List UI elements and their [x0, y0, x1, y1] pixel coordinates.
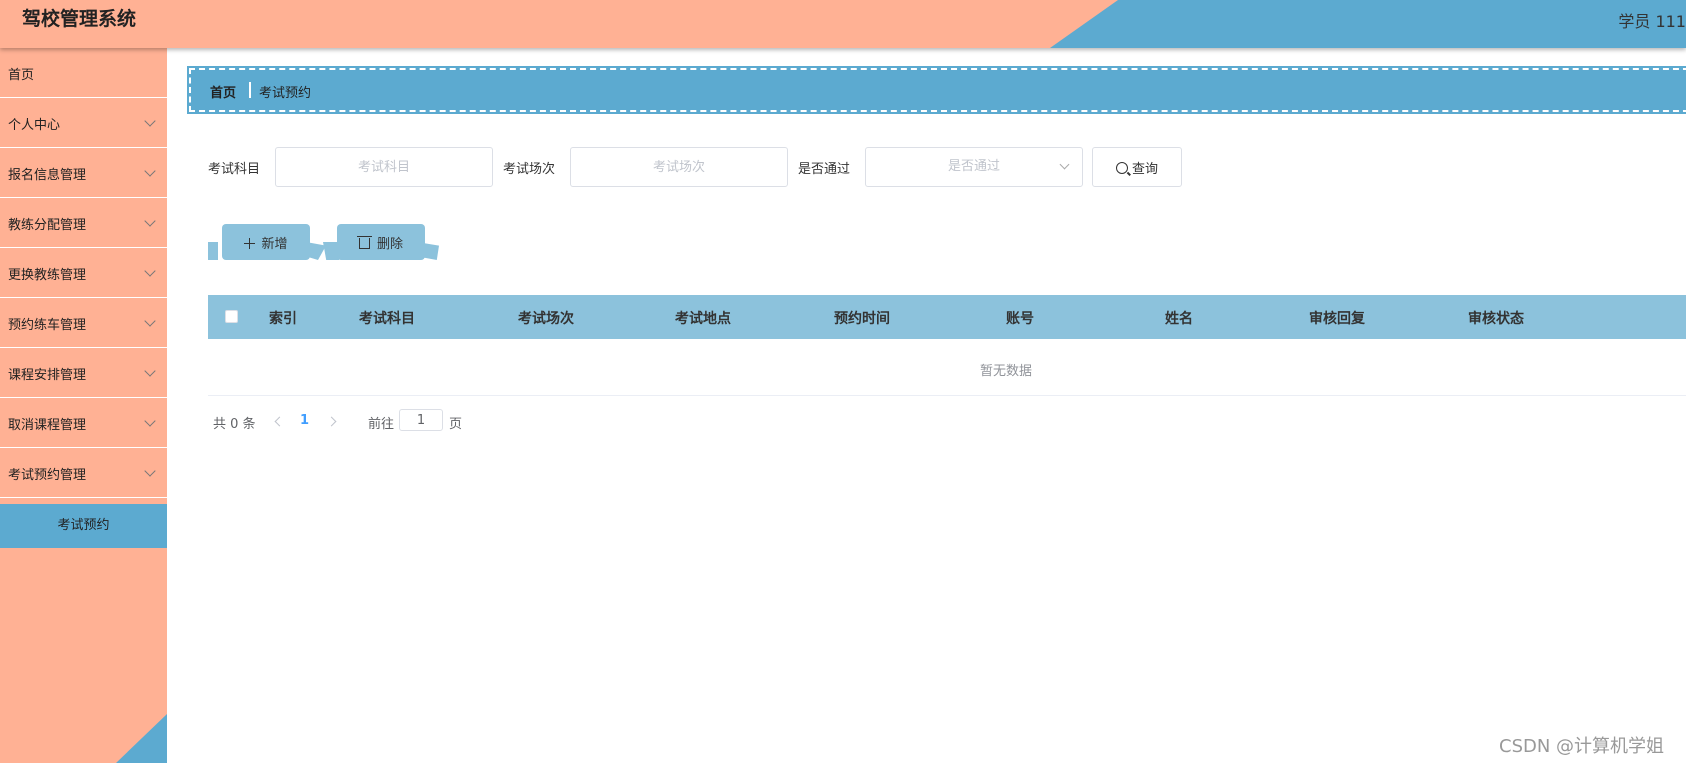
sidebar-item-course-schedule[interactable]: 课程安排管理 — [0, 348, 167, 398]
sidebar-item-course-cancel[interactable]: 取消课程管理 — [0, 398, 167, 448]
pagination-page-suffix: 页 — [449, 417, 463, 432]
passed-select-placeholder: 是否通过 — [947, 159, 1000, 174]
search-button[interactable]: 查询 — [1092, 147, 1182, 187]
delete-button[interactable]: 删除 — [337, 224, 425, 260]
chevron-down-icon — [144, 265, 156, 277]
user-info[interactable]: 学员 111 — [1618, 8, 1686, 32]
table-header: 索引 考试科目 考试场次 考试地点 预约时间 账号 姓名 审核回复 审核状态 — [208, 295, 1686, 339]
app-title: 驾校管理系统 — [22, 8, 137, 30]
column-header-booking-time[interactable]: 预约时间 — [834, 308, 890, 328]
sidebar-item-label: 更换教练管理 — [8, 268, 87, 283]
column-header-review-reply[interactable]: 审核回复 — [1309, 308, 1365, 328]
sidebar-item-label: 取消课程管理 — [8, 418, 87, 433]
subject-label: 考试科目 — [208, 162, 261, 177]
subject-input[interactable] — [275, 147, 493, 187]
sidebar-item-label: 课程安排管理 — [8, 368, 87, 383]
add-button-label: 新增 — [261, 236, 288, 252]
breadcrumb: 首页 考试预约 — [187, 66, 1686, 114]
chevron-down-icon — [144, 315, 156, 327]
column-header-name[interactable]: 姓名 — [1165, 308, 1193, 328]
sidebar-corner-decoration — [116, 714, 167, 763]
sidebar-item-coach-change[interactable]: 更换教练管理 — [0, 248, 167, 298]
passed-label: 是否通过 — [798, 162, 851, 177]
sidebar-item-personal-center[interactable]: 个人中心 — [0, 98, 167, 148]
table-empty-row: 暂无数据 — [208, 339, 1686, 396]
chevron-down-icon — [144, 465, 156, 477]
chevron-down-icon — [144, 415, 156, 427]
breadcrumb-separator — [249, 82, 251, 98]
column-header-index[interactable]: 索引 — [269, 308, 297, 328]
delete-button-label: 删除 — [376, 236, 403, 252]
chevron-down-icon — [144, 365, 156, 377]
sidebar-subitem-exam-booking[interactable]: 考试预约 — [0, 504, 167, 548]
search-button-label: 查询 — [1131, 161, 1158, 177]
sidebar-item-label: 考试预约管理 — [8, 468, 87, 483]
chevron-down-icon — [1059, 159, 1070, 170]
sidebar-item-label: 预约练车管理 — [8, 318, 87, 333]
trash-icon — [356, 235, 372, 249]
pagination-goto-input[interactable] — [399, 409, 443, 431]
search-icon — [1115, 161, 1128, 174]
column-header-review-status[interactable]: 审核状态 — [1468, 308, 1524, 328]
passed-select[interactable]: 是否通过 — [865, 147, 1083, 187]
sidebar-item-registration[interactable]: 报名信息管理 — [0, 148, 167, 198]
chevron-left-icon[interactable] — [274, 416, 285, 427]
breadcrumb-home[interactable]: 首页 — [210, 82, 236, 101]
pagination-total: 共 0 条 — [213, 417, 256, 432]
sidebar-item-label: 教练分配管理 — [8, 218, 87, 233]
sidebar-item-label: 报名信息管理 — [8, 168, 87, 183]
sidebar: 首页 个人中心 报名信息管理 教练分配管理 更换教练管理 预约练车管理 课程安排… — [0, 48, 167, 763]
add-button-ribbon — [208, 242, 218, 260]
add-button[interactable]: 新增 — [222, 224, 310, 260]
column-header-account[interactable]: 账号 — [1006, 308, 1034, 328]
session-label: 考试场次 — [503, 162, 556, 177]
header-accent-shape — [1050, 0, 1686, 48]
main-content: 首页 考试预约 考试科目 考试场次 是否通过 是否通过 查询 新增 删除 索引 … — [167, 48, 1686, 763]
chevron-down-icon — [144, 215, 156, 227]
pagination-goto-label: 前往 — [368, 417, 395, 432]
sidebar-item-practice-booking[interactable]: 预约练车管理 — [0, 298, 167, 348]
sidebar-item-home[interactable]: 首页 — [0, 48, 167, 98]
chevron-down-icon — [144, 115, 156, 127]
column-header-session[interactable]: 考试场次 — [518, 308, 574, 328]
session-input[interactable] — [570, 147, 788, 187]
watermark: CSDN @计算机学姐 — [1499, 736, 1665, 757]
pagination-current-page[interactable]: 1 — [300, 413, 309, 428]
plus-icon — [244, 237, 256, 249]
sidebar-item-exam-booking[interactable]: 考试预约管理 — [0, 448, 167, 498]
sidebar-item-label: 首页 — [8, 68, 35, 83]
select-all-checkbox[interactable] — [225, 310, 238, 323]
breadcrumb-current: 考试预约 — [259, 86, 312, 101]
sidebar-item-label: 个人中心 — [8, 118, 61, 133]
column-header-location[interactable]: 考试地点 — [675, 308, 731, 328]
column-header-subject[interactable]: 考试科目 — [359, 308, 415, 328]
empty-text: 暂无数据 — [980, 364, 1033, 379]
chevron-down-icon — [144, 165, 156, 177]
chevron-right-icon[interactable] — [326, 416, 337, 427]
sidebar-item-coach-assignment[interactable]: 教练分配管理 — [0, 198, 167, 248]
top-header: 驾校管理系统 学员 111 — [0, 0, 1686, 48]
